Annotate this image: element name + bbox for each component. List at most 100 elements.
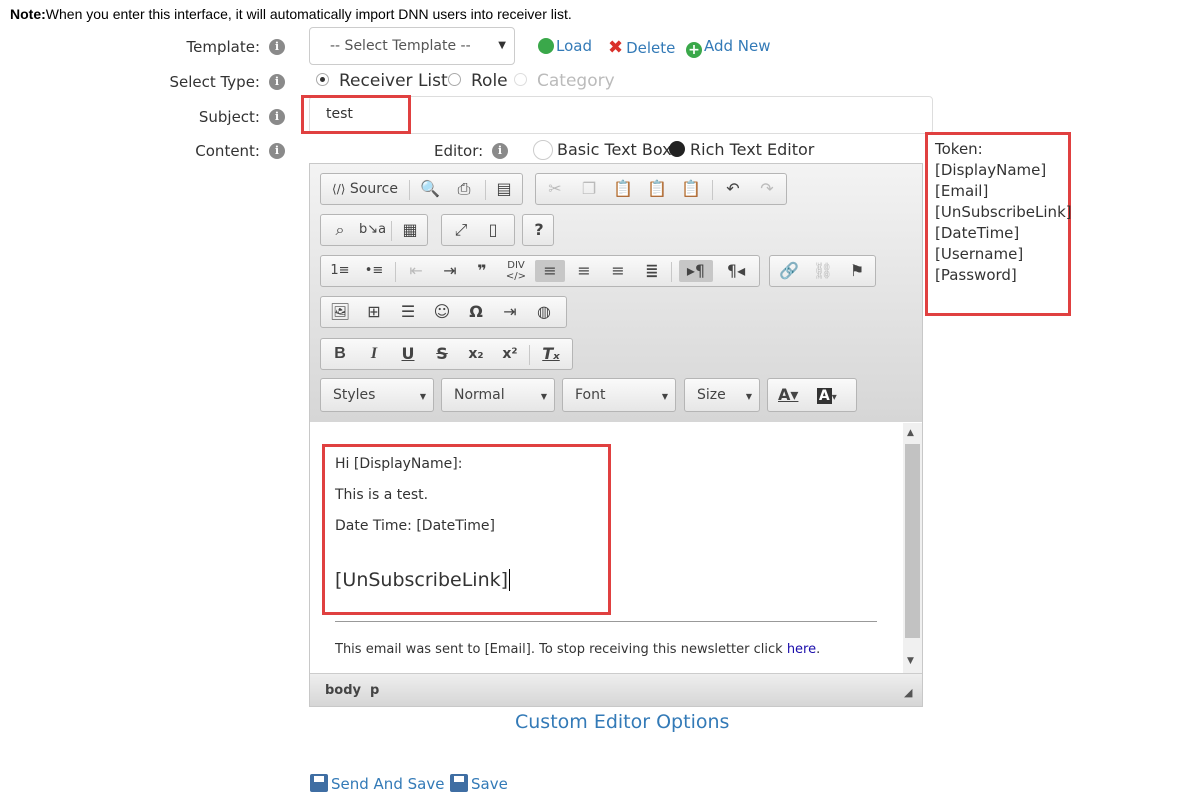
unlink-icon[interactable]: ⛓ [810,260,836,282]
subscript-icon[interactable]: x₂ [463,343,489,365]
token-item[interactable]: [Email] [935,182,988,200]
token-item[interactable]: [Password] [935,266,1017,284]
horizontal-line-icon[interactable]: ☰ [395,301,421,323]
anchor-flag-icon[interactable]: ⚑ [844,260,870,282]
align-center-icon[interactable]: ≡ [571,260,597,282]
superscript-icon[interactable]: x² [497,343,523,365]
clipboard-group: ✂ ❐ 📋 📋 📋 ↶ ↷ [535,173,787,205]
scroll-down-icon[interactable]: ▼ [907,656,914,666]
text-color-icon[interactable]: A▾ [778,385,798,404]
bold-icon[interactable]: B [327,343,353,365]
path-body[interactable]: body [325,683,361,698]
token-item[interactable]: [DisplayName] [935,161,1046,179]
preview-icon[interactable]: 🔍 [417,178,443,200]
align-right-icon[interactable]: ≡ [605,260,631,282]
select-type-info-icon[interactable]: i [269,74,285,90]
ltr-icon[interactable]: ▸¶ [679,260,713,282]
format-combo[interactable]: Normal ▼ [441,378,555,412]
basic-styles-group: B I U S x₂ x² Tₓ [320,338,573,370]
show-blocks-icon[interactable]: ▯ [480,219,506,241]
save-button[interactable]: Save [450,774,508,793]
blockquote-icon[interactable]: ❞ [469,260,495,282]
outdent-icon[interactable]: ⇤ [403,260,429,282]
paste-icon[interactable]: 📋 [610,178,636,200]
token-item[interactable]: [UnSubscribeLink] [935,203,1072,221]
strikethrough-icon[interactable]: S [429,343,455,365]
scrollbar-thumb[interactable] [905,444,920,638]
token-item[interactable]: [Username] [935,245,1023,263]
rich-text-editor-radio[interactable] [669,141,685,157]
undo-icon[interactable]: ↶ [720,178,746,200]
resize-handle-icon[interactable]: ◢ [904,686,912,699]
send-and-save-button[interactable]: Send And Save [310,774,444,793]
print-icon[interactable]: ⎙ [451,178,477,200]
scroll-up-icon[interactable]: ▲ [907,428,914,438]
help-group: ? [522,214,554,246]
indent-icon[interactable]: ⇥ [437,260,463,282]
align-left-icon[interactable]: ≡ [535,260,565,282]
delete-link[interactable]: ✖ Delete [608,37,675,58]
delete-x-icon: ✖ [608,37,624,58]
size-label: Size [697,387,726,403]
link-icon[interactable]: 🔗 [776,260,802,282]
paste-text-icon[interactable]: 📋 [644,178,670,200]
table-icon[interactable]: ⊞ [361,301,387,323]
send-and-save-label: Send And Save [331,775,445,793]
role-radio[interactable] [448,73,461,86]
custom-editor-options-link[interactable]: Custom Editor Options [515,711,729,733]
numbered-list-icon[interactable]: 1≡ [327,260,353,282]
rtl-icon[interactable]: ¶◂ [719,260,753,282]
select-type-label: Select Type: [169,73,260,91]
add-new-link[interactable]: + Add New [686,37,771,58]
editor-info-icon[interactable]: i [492,143,508,159]
footer-suffix: . [816,642,821,657]
find-icon[interactable]: ⌕ [327,219,353,241]
underline-icon[interactable]: U [395,343,421,365]
page-break-icon[interactable]: ⇥ [497,301,523,323]
replace-icon[interactable]: b↘a [359,219,386,241]
subject-highlight [301,95,411,134]
templates-icon[interactable]: ▤ [491,178,517,200]
maximize-icon[interactable]: ⤢ [448,219,474,241]
background-color-icon[interactable]: A [816,388,832,404]
copy-icon[interactable]: ❐ [576,178,602,200]
smiley-icon[interactable]: ☺ [429,301,455,323]
link-group: 🔗 ⛓ ⚑ [769,255,876,287]
remove-format-icon[interactable]: Tₓ [537,343,565,365]
document-group: ⟨/⟩ Source 🔍 ⎙ ▤ [320,173,523,205]
color-group: A▾ A ▾ [767,378,857,412]
justify-icon[interactable]: ≣ [639,260,665,282]
save-disk-icon [310,774,328,792]
content-info-icon[interactable]: i [269,143,285,159]
token-item[interactable]: [DateTime] [935,224,1019,242]
italic-icon[interactable]: I [361,343,387,365]
paste-word-icon[interactable]: 📋 [678,178,704,200]
plus-circle-icon: + [686,42,702,58]
help-icon[interactable]: ? [526,219,552,241]
note-bold: Note: [10,6,46,22]
basic-text-box-radio[interactable] [533,140,553,160]
cut-icon[interactable]: ✂ [542,178,568,200]
template-select[interactable]: -- Select Template -- ▼ [309,27,515,65]
special-char-icon[interactable]: Ω [463,301,489,323]
styles-combo[interactable]: Styles ▼ [320,378,434,412]
template-info-icon[interactable]: i [269,39,285,55]
path-p[interactable]: p [370,683,379,698]
select-all-icon[interactable]: ▦ [397,219,423,241]
bulleted-list-icon[interactable]: •≡ [361,260,387,282]
receiver-list-label: Receiver List [339,71,448,91]
receiver-list-radio[interactable] [316,73,329,86]
content-highlight [322,444,611,615]
token-title: Token: [935,140,983,158]
size-combo[interactable]: Size ▼ [684,378,760,412]
globe-icon[interactable]: ◍ [531,301,557,323]
footer-here-link[interactable]: here [787,642,816,657]
source-button[interactable]: ⟨/⟩ Source [327,178,403,200]
image-icon[interactable]: 🖼 [327,301,353,323]
font-combo[interactable]: Font ▼ [562,378,676,412]
save-label: Save [471,775,508,793]
load-link[interactable]: Load [538,37,592,55]
div-container-icon[interactable]: DIV </> [503,260,529,282]
subject-info-icon[interactable]: i [269,109,285,125]
redo-icon[interactable]: ↷ [754,178,780,200]
